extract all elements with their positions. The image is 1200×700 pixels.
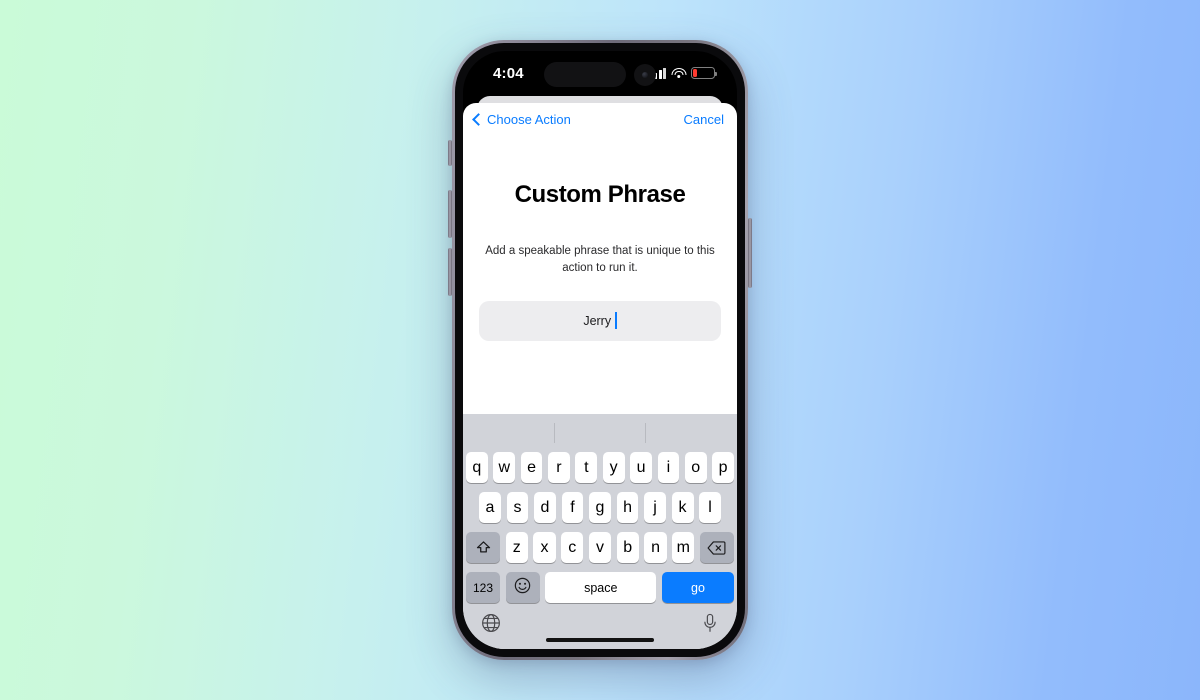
phrase-input-value: Jerry — [583, 313, 612, 328]
key-f[interactable]: f — [561, 492, 584, 523]
key-i[interactable]: i — [657, 452, 680, 483]
key-j[interactable]: j — [644, 492, 666, 523]
keyboard-row-4: 123 space go — [463, 572, 737, 603]
keyboard-row-2: a s d f g h j k l — [463, 492, 737, 523]
key-d[interactable]: d — [534, 492, 556, 523]
go-key[interactable]: go — [662, 572, 734, 603]
phrase-input-field[interactable]: Jerry — [479, 300, 721, 341]
navigation-bar: Choose Action Cancel — [463, 103, 737, 139]
microphone-icon[interactable] — [701, 613, 719, 638]
key-z[interactable]: z — [505, 532, 528, 563]
key-y[interactable]: y — [602, 452, 625, 483]
back-button-label: Choose Action — [487, 112, 571, 127]
keyboard-row-3: z x c v b n m — [463, 532, 737, 563]
emoji-key[interactable] — [505, 572, 540, 603]
volume-down-button[interactable] — [448, 248, 452, 296]
key-n[interactable]: n — [644, 532, 667, 563]
power-button[interactable] — [748, 218, 752, 288]
key-r[interactable]: r — [548, 452, 570, 483]
phone-screen: 4:04 Choose Action Cancel Custom Phrase … — [463, 51, 737, 649]
page-title: Custom Phrase — [514, 181, 686, 208]
key-c[interactable]: c — [561, 532, 584, 563]
wifi-icon — [671, 67, 686, 79]
numbers-key[interactable]: 123 — [466, 572, 500, 603]
chevron-left-icon — [472, 113, 485, 126]
onscreen-keyboard: q w e r t y u i o p a s d f g h j k l z … — [463, 414, 737, 649]
silent-switch[interactable] — [448, 140, 452, 166]
key-b[interactable]: b — [616, 532, 639, 563]
battery-low-icon — [691, 67, 717, 79]
keyboard-row-1: q w e r t y u i o p — [463, 452, 737, 483]
space-key[interactable]: space — [545, 572, 657, 603]
key-h[interactable]: h — [616, 492, 639, 523]
text-caret — [615, 312, 617, 329]
home-indicator[interactable] — [546, 637, 654, 642]
key-o[interactable]: o — [684, 452, 707, 483]
status-bar-indicators — [649, 67, 717, 79]
sheet-content: Custom Phrase Add a speakable phrase tha… — [463, 139, 737, 414]
key-s[interactable]: s — [506, 492, 529, 523]
key-q[interactable]: q — [466, 452, 488, 483]
backspace-key[interactable] — [699, 532, 734, 563]
custom-phrase-sheet: Choose Action Cancel Custom Phrase Add a… — [463, 103, 737, 649]
iphone-device-frame: 4:04 Choose Action Cancel Custom Phrase … — [448, 40, 752, 660]
dynamic-island — [544, 62, 656, 87]
key-p[interactable]: p — [712, 452, 734, 483]
shift-icon — [476, 540, 491, 555]
phone-bezel: 4:04 Choose Action Cancel Custom Phrase … — [455, 43, 745, 657]
key-m[interactable]: m — [672, 532, 695, 563]
key-l[interactable]: l — [699, 492, 722, 523]
shift-key[interactable] — [466, 532, 501, 563]
cancel-button[interactable]: Cancel — [684, 112, 724, 127]
page-subtitle: Add a speakable phrase that is unique to… — [485, 245, 715, 275]
key-t[interactable]: t — [575, 452, 598, 483]
globe-icon[interactable] — [481, 613, 501, 638]
key-u[interactable]: u — [630, 452, 652, 483]
key-v[interactable]: v — [588, 532, 612, 563]
emoji-icon — [514, 577, 531, 598]
front-camera-icon — [634, 63, 656, 86]
predictive-separator — [645, 423, 647, 443]
key-w[interactable]: w — [493, 452, 516, 483]
predictive-text-bar — [463, 414, 737, 452]
key-a[interactable]: a — [478, 492, 501, 523]
dynamic-island-pill — [544, 62, 626, 87]
back-button[interactable]: Choose Action — [472, 112, 571, 127]
key-g[interactable]: g — [589, 492, 611, 523]
backspace-icon — [707, 540, 726, 555]
volume-up-button[interactable] — [448, 190, 452, 238]
status-bar-time: 4:04 — [493, 65, 524, 82]
predictive-separator — [554, 423, 556, 443]
key-e[interactable]: e — [520, 452, 543, 483]
key-x[interactable]: x — [533, 532, 556, 563]
key-k[interactable]: k — [671, 492, 694, 523]
